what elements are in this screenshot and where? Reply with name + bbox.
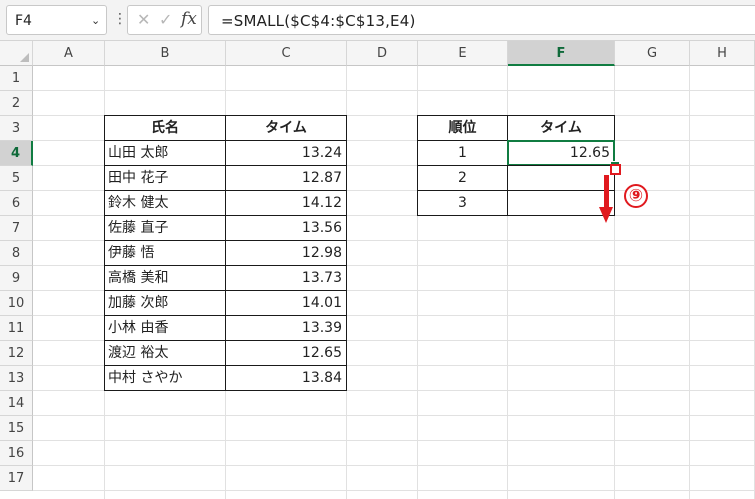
source-header-time: タイム: [225, 115, 347, 141]
row-header-17[interactable]: 17: [0, 466, 33, 491]
row-header-1[interactable]: 1: [0, 66, 33, 91]
row-header-9[interactable]: 9: [0, 266, 33, 291]
source-time-cell[interactable]: 13.24: [225, 140, 347, 166]
row-header-13[interactable]: 13: [0, 366, 33, 391]
rank-header-rank: 順位: [417, 115, 508, 141]
source-name-cell[interactable]: 山田 太郎: [104, 140, 226, 166]
row-header-16[interactable]: 16: [0, 441, 33, 466]
column-header-d[interactable]: D: [347, 41, 418, 66]
column-header-g[interactable]: G: [615, 41, 690, 66]
gridline-horizontal: [33, 440, 755, 441]
source-time-cell[interactable]: 12.65: [225, 340, 347, 366]
column-header-b[interactable]: B: [105, 41, 226, 66]
source-header-name: 氏名: [104, 115, 226, 141]
source-time-cell[interactable]: 14.12: [225, 190, 347, 216]
row-header-12[interactable]: 12: [0, 341, 33, 366]
gridline-horizontal: [33, 490, 755, 491]
check-icon[interactable]: ✓: [159, 12, 172, 28]
rank-header-time: タイム: [507, 115, 615, 141]
name-box-value: F4: [15, 13, 32, 29]
column-header-e[interactable]: E: [418, 41, 508, 66]
row-header-5[interactable]: 5: [0, 166, 33, 191]
source-name-cell[interactable]: 加藤 次郎: [104, 290, 226, 316]
select-all-triangle-icon: [20, 53, 29, 62]
source-name-cell[interactable]: 中村 さやか: [104, 365, 226, 391]
source-name-cell[interactable]: 高橋 美和: [104, 265, 226, 291]
fx-icon[interactable]: fx: [181, 9, 197, 29]
select-all-button[interactable]: [0, 41, 33, 66]
source-time-cell[interactable]: 12.87: [225, 165, 347, 191]
gridline-vertical: [689, 66, 690, 499]
formula-text: =SMALL($C$4:$C$13,E4): [221, 12, 416, 30]
row-header-15[interactable]: 15: [0, 416, 33, 441]
fill-handle-highlight: [610, 164, 621, 175]
drag-arrow-shaft: [604, 175, 609, 208]
column-header-h[interactable]: H: [690, 41, 755, 66]
source-time-cell[interactable]: 13.73: [225, 265, 347, 291]
source-time-cell[interactable]: 13.84: [225, 365, 347, 391]
row-header-3[interactable]: 3: [0, 116, 33, 141]
chevron-down-icon[interactable]: ⌄: [91, 14, 100, 27]
vertical-dots-icon[interactable]: ⋮: [113, 10, 127, 28]
source-time-cell[interactable]: 12.98: [225, 240, 347, 266]
source-name-cell[interactable]: 伊藤 悟: [104, 240, 226, 266]
formula-bar: F4 ⌄ ⋮ ✕ ✓ fx =SMALL($C$4:$C$13,E4): [0, 0, 755, 41]
step-number-badge: ⑨: [624, 184, 648, 208]
column-header-c[interactable]: C: [226, 41, 347, 66]
rank-number-cell[interactable]: 3: [417, 190, 508, 216]
row-header-10[interactable]: 10: [0, 291, 33, 316]
source-name-cell[interactable]: 渡辺 裕太: [104, 340, 226, 366]
column-header-a[interactable]: A: [33, 41, 105, 66]
source-name-cell[interactable]: 鈴木 健太: [104, 190, 226, 216]
gridline-horizontal: [33, 465, 755, 466]
row-header-6[interactable]: 6: [0, 191, 33, 216]
drag-down-arrow-icon: [599, 207, 613, 223]
row-header-8[interactable]: 8: [0, 241, 33, 266]
row-header-7[interactable]: 7: [0, 216, 33, 241]
formula-input[interactable]: =SMALL($C$4:$C$13,E4): [208, 5, 755, 35]
name-box[interactable]: F4 ⌄: [6, 5, 107, 35]
source-time-cell[interactable]: 13.39: [225, 315, 347, 341]
column-header-f[interactable]: F: [508, 41, 615, 66]
formula-buttons: ✕ ✓ fx: [127, 5, 202, 35]
source-name-cell[interactable]: 佐藤 直子: [104, 215, 226, 241]
source-time-cell[interactable]: 13.56: [225, 215, 347, 241]
row-header-14[interactable]: 14: [0, 391, 33, 416]
rank-time-cell[interactable]: [507, 165, 615, 191]
gridline-horizontal: [33, 90, 755, 91]
gridline-horizontal: [33, 415, 755, 416]
row-header-4[interactable]: 4: [0, 141, 33, 166]
active-cell-f4[interactable]: 12.65: [507, 140, 615, 166]
worksheet-grid[interactable]: A B C D E F G H 1 2 3 4 5 6 7 8 9 10 11 12 13 14 15 16 17 氏名 タイム 山田…: [0, 41, 755, 499]
row-header-2[interactable]: 2: [0, 91, 33, 116]
row-header-11[interactable]: 11: [0, 316, 33, 341]
cross-icon[interactable]: ✕: [137, 12, 150, 28]
rank-number-cell[interactable]: 1: [417, 140, 508, 166]
rank-number-cell[interactable]: 2: [417, 165, 508, 191]
source-name-cell[interactable]: 田中 花子: [104, 165, 226, 191]
source-name-cell[interactable]: 小林 由香: [104, 315, 226, 341]
source-time-cell[interactable]: 14.01: [225, 290, 347, 316]
